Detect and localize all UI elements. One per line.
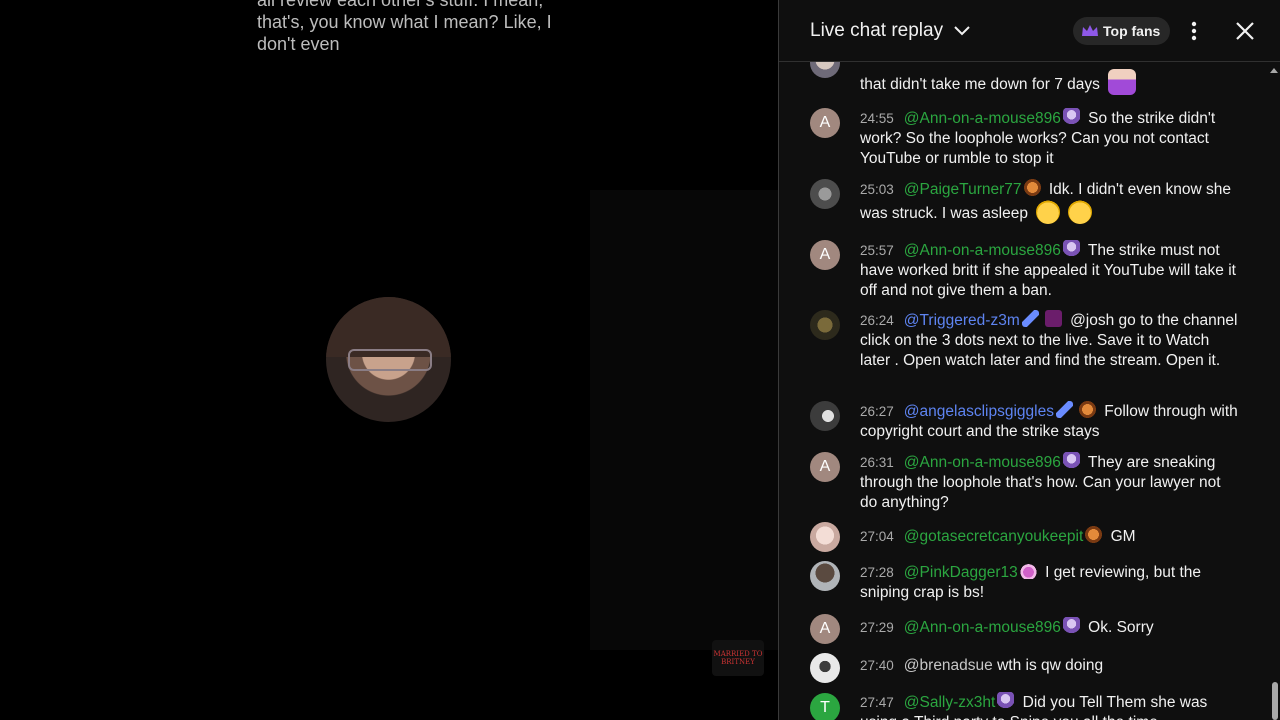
avatar[interactable] [810, 522, 840, 552]
message-timestamp: 27:47 [860, 695, 894, 710]
crown-icon [1082, 25, 1098, 36]
avatar[interactable] [810, 62, 840, 78]
message-author[interactable]: @brenadsue [904, 657, 993, 674]
chevron-down-icon[interactable] [953, 23, 971, 37]
avatar[interactable]: A [810, 452, 840, 482]
top-fans-label: Top fans [1103, 23, 1161, 39]
message-author[interactable]: @Ann-on-a-mouse896 [904, 454, 1061, 471]
avatar-glasses [348, 349, 432, 371]
video-caption: all review each other's stuff. I mean, t… [257, 0, 587, 58]
message-text-block: 25:57 @Ann-on-a-mouse896 The strike must … [860, 240, 1240, 301]
member-badge-icon [1044, 310, 1062, 327]
avatar-initial: T [820, 699, 830, 716]
message-text: that didn't take me down for 7 days [860, 76, 1100, 93]
top-fans-button[interactable]: Top fans [1073, 17, 1171, 45]
message-text-block: 26:27 @angelasclipsgiggles Follow through… [860, 401, 1240, 442]
pig-badge-icon [1078, 401, 1096, 418]
message-text: wth is qw doing [997, 657, 1104, 674]
video-player[interactable]: all review each other's stuff. I mean, t… [0, 0, 778, 720]
message-text-block: 25:03 @PaigeTurner77 Idk. I didn't even k… [860, 179, 1240, 224]
more-options-icon[interactable] [1187, 20, 1201, 42]
message-text-block: that didn't take me down for 7 days [860, 69, 1240, 95]
pig-badge-icon [1023, 179, 1041, 196]
message-timestamp: 27:04 [860, 529, 894, 544]
message-timestamp: 27:29 [860, 620, 894, 635]
pig-badge-icon [1085, 526, 1103, 543]
message-text-block: 26:31 @Ann-on-a-mouse896 They are sneakin… [860, 452, 1240, 513]
avatar-initial: A [819, 246, 831, 263]
crown-badge-icon [1019, 562, 1037, 579]
message-text-block: 27:40 @brenadsue wth is qw doing [860, 656, 1240, 676]
scrollbar-thumb[interactable] [1272, 682, 1278, 720]
message-text-block: 27:04 @gotasecretcanyoukeepit GM [860, 526, 1240, 547]
scroll-up-arrow-icon[interactable] [1269, 66, 1279, 74]
umbrella-badge-icon [1062, 617, 1080, 634]
video-background [590, 190, 778, 650]
avatar[interactable] [810, 401, 840, 431]
avatar-hair [326, 297, 451, 357]
watermark-text: MARRIED TO BRITNEY [713, 650, 763, 666]
chat-message-list[interactable]: that didn't take me down for 7 days A 24… [779, 62, 1280, 720]
avatar-initial: A [819, 114, 831, 131]
live-chat-panel: Live chat replay Top fans that didn't ta… [778, 0, 1280, 720]
shrug-emoji-icon [1108, 69, 1137, 95]
speaker-avatar [326, 297, 451, 422]
message-author[interactable]: @gotasecretcanyoukeepit [904, 528, 1083, 545]
message-timestamp: 26:31 [860, 455, 894, 470]
umbrella-badge-icon [997, 692, 1015, 709]
close-icon[interactable] [1234, 20, 1256, 42]
message-author[interactable]: @angelasclipsgiggles [904, 403, 1054, 420]
message-timestamp: 25:57 [860, 243, 894, 258]
message-text-block: 26:24 @Triggered-z3m @josh go to the chan… [860, 310, 1240, 371]
message-author[interactable]: @Ann-on-a-mouse896 [904, 110, 1061, 127]
message-author[interactable]: @Triggered-z3m [904, 312, 1020, 329]
umbrella-badge-icon [1062, 240, 1080, 257]
avatar-initial: A [819, 458, 831, 475]
chat-scrollbar[interactable] [1267, 62, 1280, 720]
umbrella-badge-icon [1062, 108, 1080, 125]
avatar[interactable]: A [810, 108, 840, 138]
message-text: Ok. Sorry [1088, 619, 1154, 636]
message-timestamp: 26:24 [860, 313, 894, 328]
avatar[interactable] [810, 310, 840, 340]
message-author[interactable]: @Ann-on-a-mouse896 [904, 242, 1061, 259]
avatar[interactable] [810, 653, 840, 683]
message-author[interactable]: @PinkDagger13 [904, 564, 1018, 581]
message-timestamp: 27:28 [860, 565, 894, 580]
avatar-initial: A [819, 620, 831, 637]
message-timestamp: 27:40 [860, 658, 894, 673]
chat-mode-title[interactable]: Live chat replay [810, 20, 943, 42]
avatar[interactable] [810, 561, 840, 591]
avatar[interactable]: A [810, 614, 840, 644]
caption-line: that's, you know what I mean? Like, I [257, 12, 552, 32]
channel-watermark[interactable]: MARRIED TO BRITNEY [712, 640, 764, 676]
avatar[interactable]: T [810, 693, 840, 720]
avatar[interactable] [810, 179, 840, 209]
laughing-face-emoji-icon [1068, 200, 1093, 224]
message-timestamp: 26:27 [860, 404, 894, 419]
message-author[interactable]: @PaigeTurner77 [904, 181, 1022, 198]
message-text-block: 24:55 @Ann-on-a-mouse896 So the strike di… [860, 108, 1240, 169]
message-text-block: 27:28 @PinkDagger13 I get reviewing, but … [860, 562, 1240, 603]
caption-line: all review each other's stuff. I mean, [257, 0, 544, 10]
message-timestamp: 25:03 [860, 182, 894, 197]
message-text-block: 27:47 @Sally-zx3ht Did you Tell Them she … [860, 692, 1240, 720]
message-author[interactable]: @Ann-on-a-mouse896 [904, 619, 1061, 636]
umbrella-badge-icon [1062, 452, 1080, 469]
sleeping-face-emoji-icon [1036, 200, 1061, 224]
caption-line: don't even [257, 34, 340, 54]
avatar[interactable]: A [810, 240, 840, 270]
message-timestamp: 24:55 [860, 111, 894, 126]
chat-header: Live chat replay Top fans [779, 0, 1280, 62]
message-text-block: 27:29 @Ann-on-a-mouse896 Ok. Sorry [860, 617, 1240, 638]
message-text: GM [1110, 528, 1136, 545]
message-author[interactable]: @Sally-zx3ht [904, 694, 996, 711]
wrench-moderator-icon [1021, 310, 1039, 327]
wrench-moderator-icon [1055, 401, 1073, 418]
